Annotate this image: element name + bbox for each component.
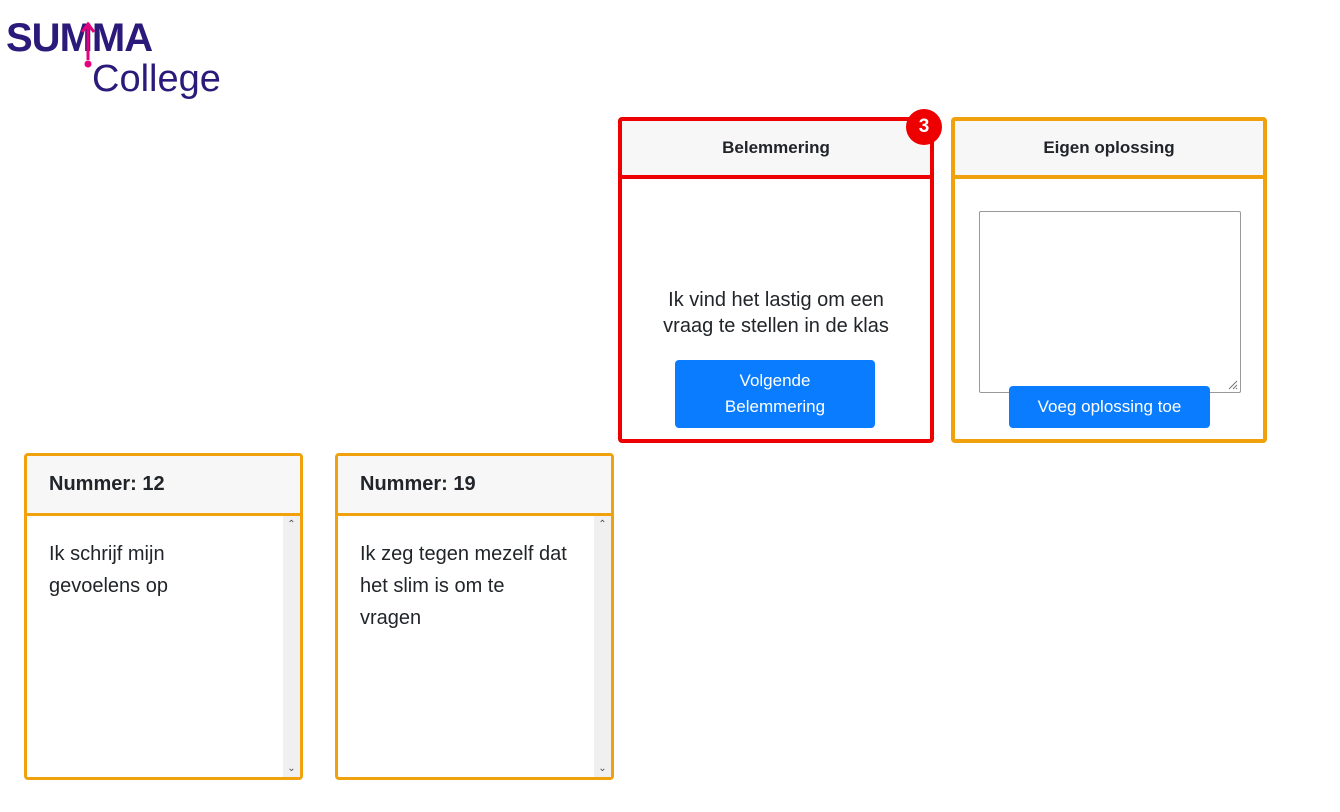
belemmering-title: Belemmering bbox=[622, 121, 930, 179]
belemmering-card: Belemmering Ik vind het lastig om een vr… bbox=[618, 117, 934, 443]
eigen-oplossing-card: Eigen oplossing Voeg oplossing toe bbox=[951, 117, 1267, 443]
add-solution-button[interactable]: Voeg oplossing toe bbox=[1009, 386, 1210, 428]
chevron-up-icon[interactable]: ⌃ bbox=[594, 516, 611, 533]
belemmering-count-badge: 3 bbox=[906, 109, 942, 145]
chevron-up-icon[interactable]: ⌃ bbox=[283, 516, 300, 533]
solution-card: Nummer: 12 Ik schrijf mijn gevoelens op … bbox=[24, 453, 303, 780]
solution-scrollbar[interactable]: ⌃ ⌄ bbox=[594, 516, 611, 777]
chevron-down-icon[interactable]: ⌄ bbox=[594, 760, 611, 777]
solution-scrollbar[interactable]: ⌃ ⌄ bbox=[283, 516, 300, 777]
solution-card-title: Nummer: 12 bbox=[27, 456, 300, 516]
solution-card-title: Nummer: 19 bbox=[338, 456, 611, 516]
eigen-oplossing-title: Eigen oplossing bbox=[955, 121, 1263, 179]
chevron-down-icon[interactable]: ⌄ bbox=[283, 760, 300, 777]
belemmering-text: Ik vind het lastig om een vraag te stell… bbox=[663, 289, 889, 337]
solution-card-body: Ik schrijf mijn gevoelens op ⌃ ⌄ bbox=[27, 516, 300, 777]
solution-card: Nummer: 19 Ik zeg tegen mezelf dat het s… bbox=[335, 453, 614, 780]
summa-college-logo: SUMMA College bbox=[6, 16, 236, 102]
solution-card-text: Ik schrijf mijn gevoelens op bbox=[49, 543, 168, 597]
solution-card-body: Ik zeg tegen mezelf dat het slim is om t… bbox=[338, 516, 611, 777]
logo-line2: College bbox=[92, 58, 221, 100]
next-belemmering-button[interactable]: Volgende Belemmering bbox=[675, 360, 875, 428]
resize-grip-icon[interactable] bbox=[1226, 378, 1238, 390]
solution-textarea[interactable] bbox=[979, 211, 1241, 393]
solution-card-text: Ik zeg tegen mezelf dat het slim is om t… bbox=[360, 543, 567, 629]
